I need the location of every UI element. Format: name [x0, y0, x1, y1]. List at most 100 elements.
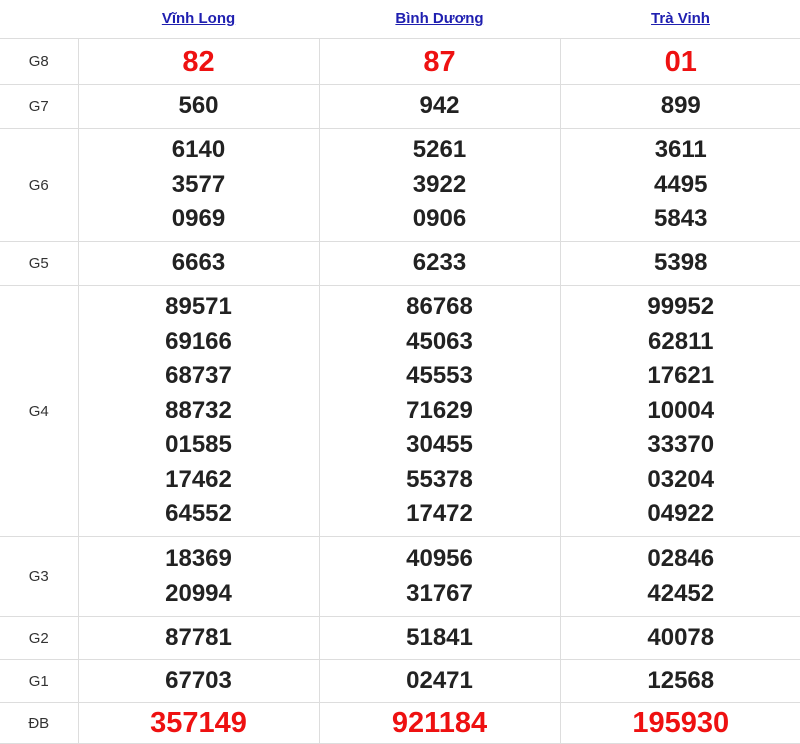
result-number: 33370 — [561, 428, 800, 463]
result-number: 20994 — [79, 577, 319, 612]
province-header-row: Vĩnh Long Bình Dương Trà Vinh — [0, 0, 800, 39]
result-cell: 02846 42452 — [560, 537, 800, 617]
result-number: 12568 — [561, 664, 800, 699]
prize-column-header — [0, 0, 78, 39]
prize-label: G3 — [0, 537, 78, 617]
prize-row-g3: G3 18369 20994 40956 31767 02846 42452 — [0, 537, 800, 617]
prize-row-g1: G1 67703 02471 12568 — [0, 660, 800, 703]
result-cell: 86768 45063 45553 71629 30455 55378 1747… — [319, 286, 560, 537]
result-number: 55378 — [320, 463, 560, 498]
result-number: 01585 — [79, 428, 319, 463]
result-number: 87 — [320, 42, 560, 82]
result-cell: 6233 — [319, 242, 560, 286]
result-cell: 5398 — [560, 242, 800, 286]
result-cell: 51841 — [319, 617, 560, 660]
province-link-binh-duong[interactable]: Bình Dương — [395, 10, 483, 27]
result-number: 6663 — [79, 246, 319, 281]
province-header: Trà Vinh — [560, 0, 800, 39]
result-cell: 195930 — [560, 703, 800, 744]
result-cell: 02471 — [319, 660, 560, 703]
result-number: 62811 — [561, 325, 800, 360]
prize-row-g5: G5 6663 6233 5398 — [0, 242, 800, 286]
result-cell: 87781 — [78, 617, 319, 660]
result-number: 45553 — [320, 359, 560, 394]
result-number: 0969 — [79, 202, 319, 237]
result-cell: 5261 3922 0906 — [319, 129, 560, 242]
prize-row-g7: G7 560 942 899 — [0, 85, 800, 129]
result-number: 10004 — [561, 394, 800, 429]
result-number: 31767 — [320, 577, 560, 612]
result-number: 45063 — [320, 325, 560, 360]
prize-row-g2: G2 87781 51841 40078 — [0, 617, 800, 660]
prize-label: G7 — [0, 85, 78, 129]
result-number: 3611 — [561, 133, 800, 168]
result-cell: 3611 4495 5843 — [560, 129, 800, 242]
lottery-results-table: Vĩnh Long Bình Dương Trà Vinh G8 82 87 0… — [0, 0, 800, 744]
province-header: Bình Dương — [319, 0, 560, 39]
prize-label: G6 — [0, 129, 78, 242]
prize-label: G2 — [0, 617, 78, 660]
result-number: 86768 — [320, 290, 560, 325]
result-number: 67703 — [79, 664, 319, 699]
result-cell: 89571 69166 68737 88732 01585 17462 6455… — [78, 286, 319, 537]
result-cell: 67703 — [78, 660, 319, 703]
result-cell: 40078 — [560, 617, 800, 660]
prize-row-g6: G6 6140 3577 0969 5261 3922 0906 3611 44… — [0, 129, 800, 242]
result-number: 17621 — [561, 359, 800, 394]
result-cell: 99952 62811 17621 10004 33370 03204 0492… — [560, 286, 800, 537]
result-number: 88732 — [79, 394, 319, 429]
prize-label: G1 — [0, 660, 78, 703]
prize-row-g4: G4 89571 69166 68737 88732 01585 17462 6… — [0, 286, 800, 537]
result-number: 6233 — [320, 246, 560, 281]
result-number: 5398 — [561, 246, 800, 281]
prize-label: G8 — [0, 39, 78, 85]
result-number: 17462 — [79, 463, 319, 498]
special-result-number: 195930 — [561, 703, 800, 743]
result-cell: 6140 3577 0969 — [78, 129, 319, 242]
prize-row-g8: G8 82 87 01 — [0, 39, 800, 85]
result-number: 18369 — [79, 542, 319, 577]
result-number: 51841 — [320, 621, 560, 656]
result-number: 69166 — [79, 325, 319, 360]
result-number: 02846 — [561, 542, 800, 577]
result-cell: 6663 — [78, 242, 319, 286]
special-result-number: 921184 — [320, 703, 560, 743]
special-result-number: 357149 — [79, 703, 319, 743]
result-number: 5843 — [561, 202, 800, 237]
result-cell: 899 — [560, 85, 800, 129]
result-cell: 12568 — [560, 660, 800, 703]
result-number: 42452 — [561, 577, 800, 612]
result-number: 899 — [561, 89, 800, 124]
result-number: 560 — [79, 89, 319, 124]
result-cell: 40956 31767 — [319, 537, 560, 617]
result-number: 99952 — [561, 290, 800, 325]
result-number: 03204 — [561, 463, 800, 498]
result-cell: 18369 20994 — [78, 537, 319, 617]
province-header: Vĩnh Long — [78, 0, 319, 39]
result-number: 40956 — [320, 542, 560, 577]
province-link-tra-vinh[interactable]: Trà Vinh — [651, 10, 710, 27]
prize-label: G4 — [0, 286, 78, 537]
result-number: 40078 — [561, 621, 800, 656]
result-number: 3577 — [79, 168, 319, 203]
result-number: 942 — [320, 89, 560, 124]
result-number: 82 — [79, 42, 319, 82]
result-number: 5261 — [320, 133, 560, 168]
result-cell: 942 — [319, 85, 560, 129]
result-cell: 82 — [78, 39, 319, 85]
result-number: 89571 — [79, 290, 319, 325]
result-cell: 87 — [319, 39, 560, 85]
result-cell: 357149 — [78, 703, 319, 744]
result-number: 17472 — [320, 497, 560, 532]
result-number: 04922 — [561, 497, 800, 532]
result-number: 30455 — [320, 428, 560, 463]
result-number: 64552 — [79, 497, 319, 532]
province-link-vinh-long[interactable]: Vĩnh Long — [162, 10, 235, 27]
result-number: 68737 — [79, 359, 319, 394]
result-number: 6140 — [79, 133, 319, 168]
result-cell: 921184 — [319, 703, 560, 744]
result-cell: 560 — [78, 85, 319, 129]
result-number: 87781 — [79, 621, 319, 656]
result-number: 3922 — [320, 168, 560, 203]
prize-label: ĐB — [0, 703, 78, 744]
